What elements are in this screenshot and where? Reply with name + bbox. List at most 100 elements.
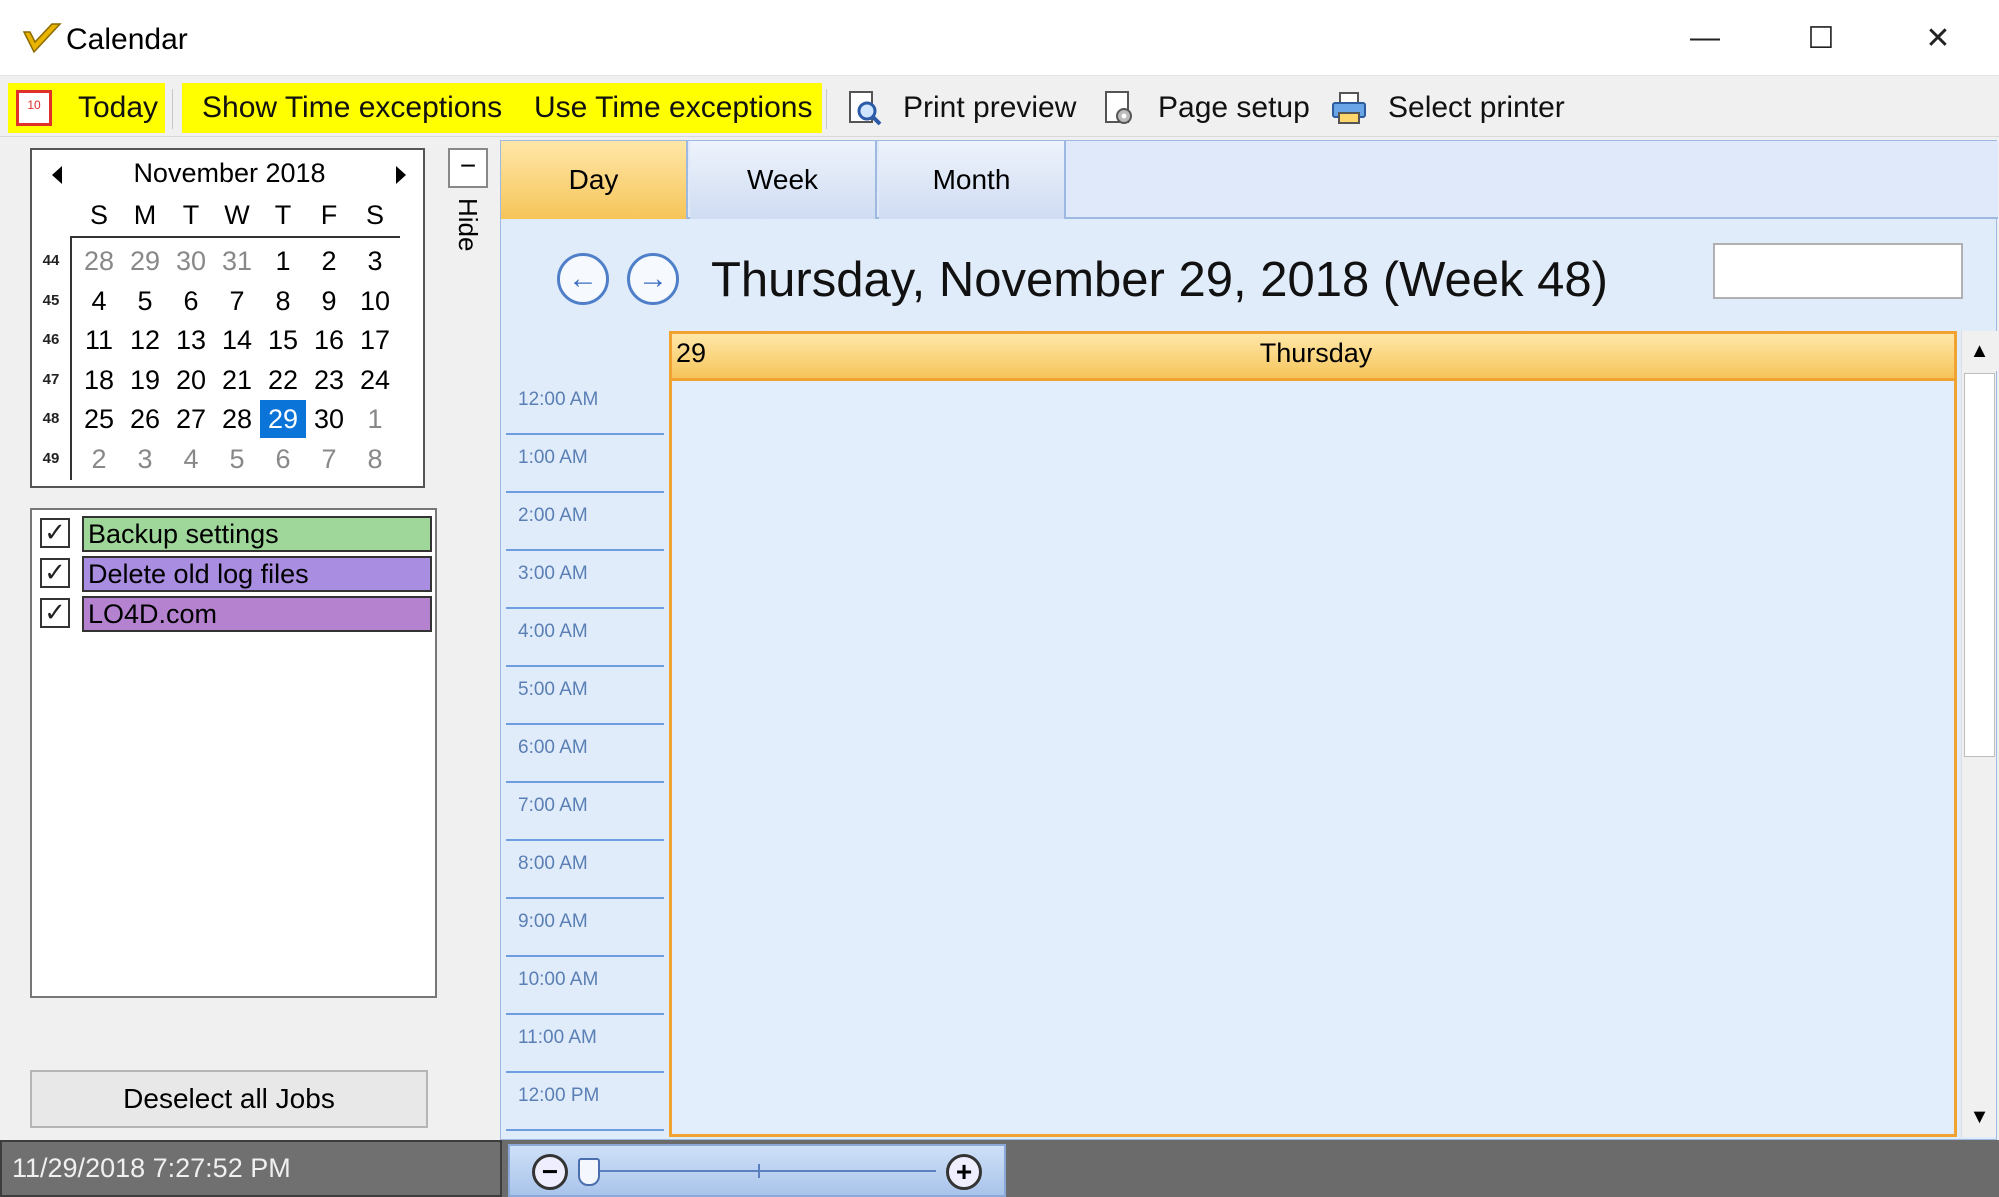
mini-calendar-day[interactable]: 9 [306,282,352,320]
next-day-arrow-icon[interactable]: → [627,253,679,305]
time-slot-label: 2:00 AM [506,493,664,551]
mini-calendar-day[interactable]: 15 [260,321,306,359]
divider [70,236,400,238]
job-checkbox[interactable]: ✓ [40,518,70,548]
mini-calendar-day[interactable]: 20 [168,361,214,399]
mini-calendar-day[interactable]: 30 [306,400,352,438]
weekday-header: T [274,200,292,230]
mini-calendar-day[interactable]: 8 [352,440,398,478]
previous-month-arrow-icon[interactable] [48,160,68,190]
mini-calendar-day[interactable]: 6 [260,440,306,478]
mini-calendar-day[interactable]: 4 [168,440,214,478]
tab-month[interactable]: Month [879,141,1066,219]
hide-label[interactable]: Hide [452,198,483,251]
mini-calendar-day[interactable]: 27 [168,400,214,438]
mini-calendar-day[interactable]: 10 [352,282,398,320]
vertical-scrollbar[interactable]: ▲ ▼ [1961,331,1997,1137]
previous-day-arrow-icon[interactable]: ← [557,253,609,305]
mini-calendar-day[interactable]: 11 [76,321,122,359]
view-tabs: Day Week Month [501,141,1998,219]
week-number: 46 [42,331,60,348]
mini-calendar-day[interactable]: 17 [352,321,398,359]
mini-calendar-day[interactable]: 7 [306,440,352,478]
zoom-out-icon[interactable]: − [532,1154,568,1190]
job-checkbox[interactable]: ✓ [40,558,70,588]
minimize-button[interactable]: — [1647,0,1763,76]
time-slot-label: 12:00 AM [506,377,664,435]
mini-calendar-day[interactable]: 6 [168,282,214,320]
mini-calendar-day[interactable]: 28 [214,400,260,438]
mini-calendar-day[interactable]: 28 [76,242,122,280]
mini-calendar-day[interactable]: 23 [306,361,352,399]
mini-calendar-day[interactable]: 29 [122,242,168,280]
toolbar-separator [826,89,827,129]
day-appointment-area[interactable] [669,381,1957,1137]
day-column-header[interactable]: Thursday 29 [669,331,1957,381]
print-preview-button[interactable]: Print preview [845,83,1076,133]
mini-calendar-day[interactable]: 2 [76,440,122,478]
next-month-arrow-icon[interactable] [390,160,410,190]
search-input[interactable] [1713,243,1963,299]
today-button[interactable]: 10 Today [8,83,165,133]
job-item[interactable]: ✓ Delete old log files [40,556,432,592]
mini-calendar-day[interactable]: 16 [306,321,352,359]
time-slot-label: 5:00 AM [506,667,664,725]
zoom-slider-tick [758,1164,760,1178]
job-label: Backup settings [82,516,432,552]
mini-calendar-day[interactable]: 8 [260,282,306,320]
job-checkbox[interactable]: ✓ [40,598,70,628]
mini-calendar-day[interactable]: 30 [168,242,214,280]
mini-calendar-day[interactable]: 18 [76,361,122,399]
job-item[interactable]: ✓ LO4D.com [40,596,432,632]
time-slot-label: 12:00 PM [506,1073,664,1131]
mini-calendar-day[interactable]: 25 [76,400,122,438]
tab-week[interactable]: Week [690,141,877,219]
job-label: LO4D.com [82,596,432,632]
select-printer-button[interactable]: Select printer [1330,83,1565,133]
mini-calendar-day[interactable]: 21 [214,361,260,399]
mini-calendar-day[interactable]: 19 [122,361,168,399]
tab-day[interactable]: Day [501,141,688,219]
mini-calendar-day[interactable]: 2 [306,242,352,280]
zoom-in-icon[interactable]: + [946,1154,982,1190]
use-time-exceptions-button[interactable]: Use Time exceptions [519,83,812,133]
time-slot-label: 6:00 AM [506,725,664,783]
mini-calendar-day[interactable]: 3 [122,440,168,478]
weekday-header: T [182,200,200,230]
time-ruler: 12:00 AM 1:00 AM 2:00 AM 3:00 AM 4:00 AM 5:00… [506,377,664,1139]
zoom-slider-thumb[interactable] [578,1158,600,1186]
mini-calendar-day[interactable]: 29 [260,400,306,438]
mini-calendar-day[interactable]: 5 [214,440,260,478]
maximize-button[interactable]: ☐ [1763,0,1879,76]
day-header-number: 29 [676,338,707,368]
page-setup-button[interactable]: Page setup [1100,83,1310,133]
weekday-header: F [320,200,338,230]
mini-calendar-day[interactable]: 1 [260,242,306,280]
mini-calendar-day[interactable]: 24 [352,361,398,399]
zoom-control: − + [508,1144,1006,1197]
day-header-name: Thursday [1259,338,1373,368]
status-bar: 11/29/2018 7:27:52 PM − + [0,1140,1999,1197]
mini-calendar-day[interactable]: 12 [122,321,168,359]
scroll-down-arrow-icon[interactable]: ▼ [1962,1097,1997,1137]
mini-calendar-day[interactable]: 4 [76,282,122,320]
mini-calendar-day[interactable]: 7 [214,282,260,320]
mini-calendar-day[interactable]: 5 [122,282,168,320]
close-button[interactable]: ✕ [1880,0,1996,76]
collapse-button[interactable]: − [448,148,488,188]
mini-calendar-day[interactable]: 1 [352,400,398,438]
mini-calendar-day[interactable]: 14 [214,321,260,359]
job-item[interactable]: ✓ Backup settings [40,516,432,552]
deselect-all-jobs-button[interactable]: Deselect all Jobs [30,1070,428,1128]
scroll-up-arrow-icon[interactable]: ▲ [1962,331,1997,371]
today-label: Today [78,91,159,124]
mini-calendar-day[interactable]: 13 [168,321,214,359]
mini-calendar-day[interactable]: 31 [214,242,260,280]
page-setup-label: Page setup [1158,91,1310,124]
scrollbar-thumb[interactable] [1964,373,1995,757]
mini-calendar-day[interactable]: 22 [260,361,306,399]
time-slot-label: 10:00 AM [506,957,664,1015]
mini-calendar-day[interactable]: 3 [352,242,398,280]
mini-calendar-day[interactable]: 26 [122,400,168,438]
weekday-header: W [224,200,250,230]
